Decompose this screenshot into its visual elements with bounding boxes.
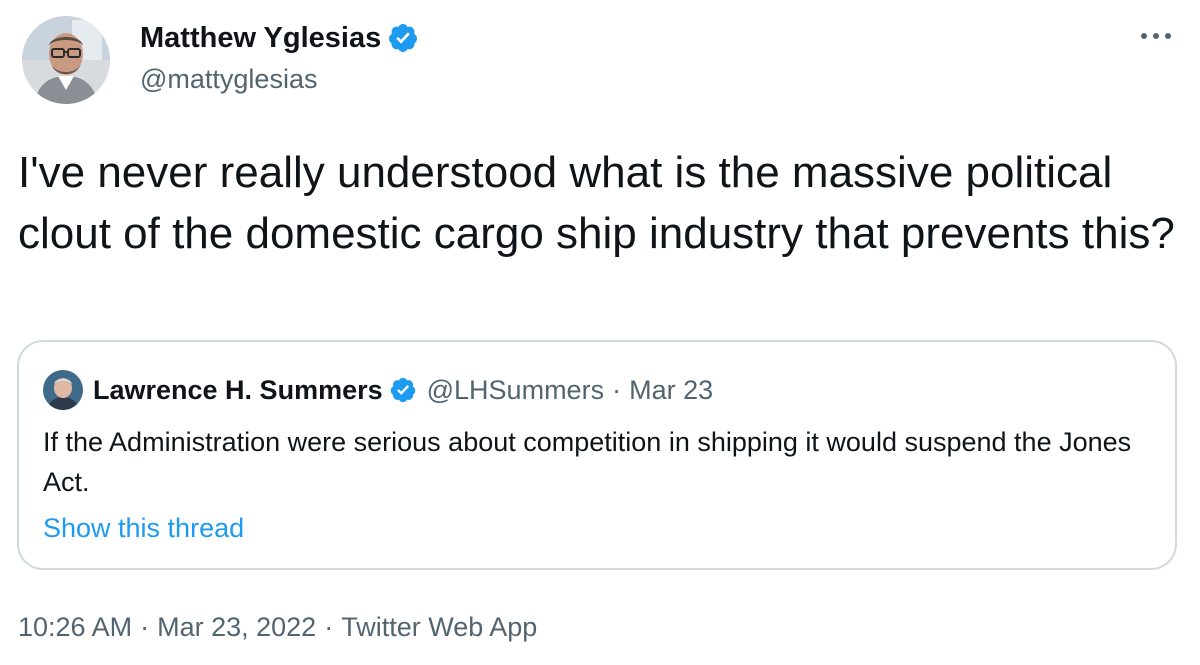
more-horizontal-icon [1141,33,1171,39]
quoted-tweet[interactable]: Lawrence H. Summers @LHSummers · Mar 23 … [17,340,1177,570]
verified-badge-icon [390,377,415,403]
quoted-author-avatar[interactable] [43,370,83,410]
author-avatar[interactable] [22,16,110,104]
metadata-separator: · [140,612,150,642]
verified-badge-icon [389,24,418,52]
tweet-text: I've never really understood what is the… [18,148,1175,258]
quoted-tweet-text: If the Administration were serious about… [43,427,1132,497]
tweet-date[interactable]: Mar 23, 2022 [157,607,316,647]
quoted-author-handle: @LHSummers [426,374,605,405]
metadata-separator: · [324,612,334,642]
tweet-time[interactable]: 10:26 AM [18,607,132,647]
user-avatar-photo-icon [43,370,83,410]
show-thread-link[interactable]: Show this thread [43,508,244,548]
quoted-tweet-header: Lawrence H. Summers @LHSummers · Mar 23 [43,370,713,410]
tweet-card: Matthew Yglesias @mattyglesias I've neve… [0,0,1200,665]
author-name-text[interactable]: Matthew Yglesias [140,20,381,56]
author-name[interactable]: Matthew Yglesias [140,20,419,56]
author-handle[interactable]: @mattyglesias [140,62,317,96]
quoted-tweet-separator: · [612,374,622,405]
user-avatar-photo-icon [22,16,110,104]
tweet-source[interactable]: Twitter Web App [341,607,537,647]
more-options-button[interactable] [1134,22,1178,50]
tweet-metadata: 10:26 AM · Mar 23, 2022 · Twitter Web App [18,607,537,647]
quoted-tweet-date[interactable]: Mar 23 [629,375,713,406]
quoted-author-name: Lawrence H. Summers [93,374,383,405]
